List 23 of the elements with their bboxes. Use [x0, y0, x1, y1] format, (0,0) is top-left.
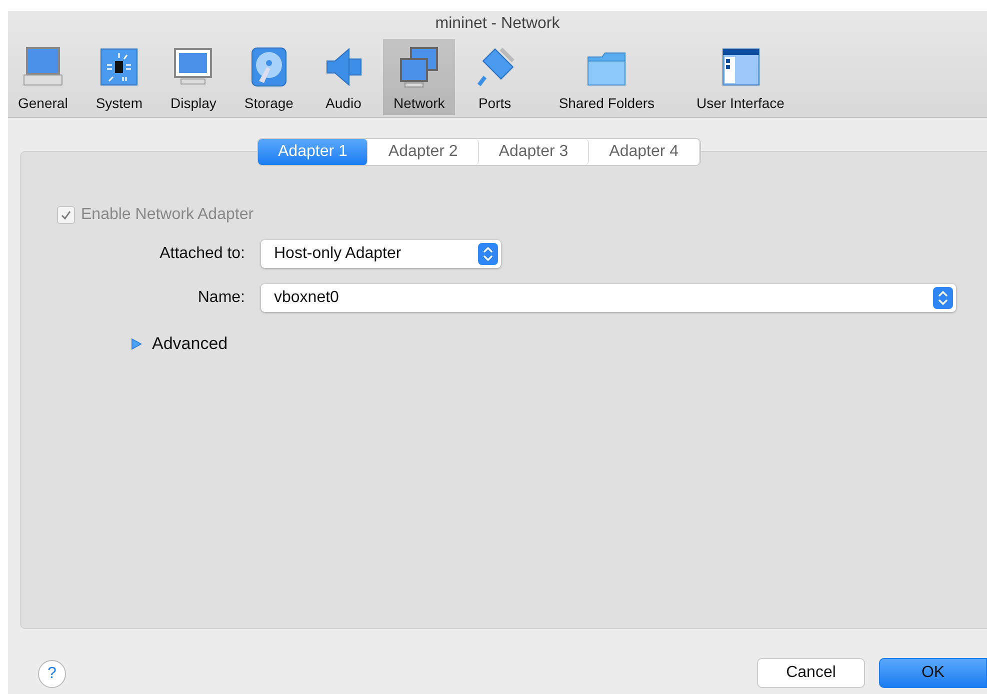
field-label: Name:	[196, 289, 245, 307]
toolbar-button[interactable]: User Interface	[686, 39, 794, 115]
toolbar-button[interactable]: Network	[383, 39, 455, 115]
toolbar-button[interactable]: Audio	[311, 39, 376, 115]
cancel-button[interactable]: Cancel	[757, 658, 865, 688]
ok-button[interactable]: OK	[879, 658, 987, 688]
checkmark-icon	[60, 209, 72, 221]
toolbar-button[interactable]: Shared Folders	[548, 39, 665, 115]
checkbox-label: Enable Network Adapter	[81, 206, 254, 224]
toolbar-button[interactable]: Display	[160, 39, 226, 115]
toolbar-button[interactable]: Storage	[234, 39, 304, 115]
disclosure-triangle-icon	[130, 338, 142, 350]
chevron-icon	[933, 287, 953, 309]
dropdown[interactable]: Host-only Adapter	[261, 240, 501, 268]
toolbar-button[interactable]: General	[8, 39, 78, 115]
help-button[interactable]: ?	[38, 660, 66, 688]
window-title: mininet - Network	[434, 14, 561, 34]
toolbar-button[interactable]: Ports	[462, 39, 527, 115]
field-label: Attached to:	[158, 245, 245, 263]
advanced-disclosure[interactable]: Advanced	[130, 334, 228, 354]
dropdown[interactable]: vboxnet0	[261, 284, 956, 312]
chevron-icon	[478, 243, 498, 265]
toolbar-button[interactable]: System	[86, 39, 152, 115]
